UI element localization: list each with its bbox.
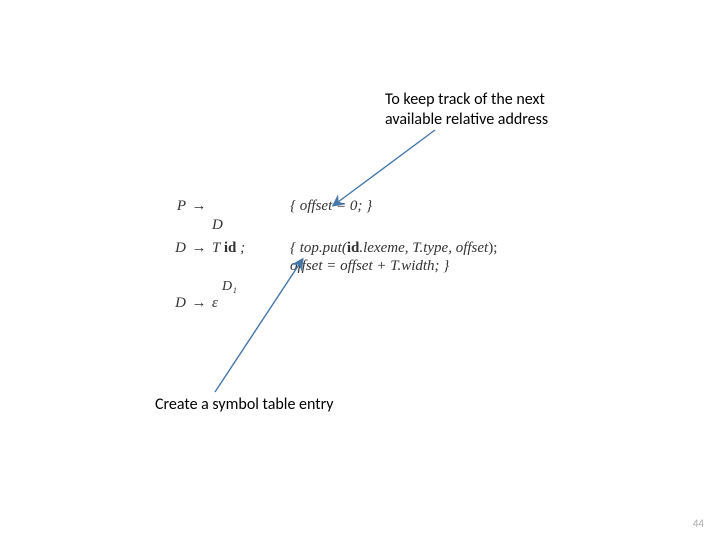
rule-P: P → { offset = 0; } — [150, 198, 497, 215]
page-number: 44 — [693, 517, 704, 530]
action-put-l1a: { top.put( — [290, 240, 347, 256]
lhs-D2: D — [150, 295, 186, 312]
sdt-block: P → { offset = 0; } D D → T id ; { top.p… — [150, 198, 497, 314]
arrow-icon: → — [186, 198, 212, 215]
action-offset-zero: { offset = 0; } — [290, 198, 372, 215]
sym-id: id — [224, 240, 237, 256]
slide: To keep track of the next available rela… — [0, 0, 720, 540]
lhs-P: P — [150, 198, 186, 215]
arrow-top — [334, 130, 435, 205]
action-put-l1c: ); — [488, 240, 497, 256]
arrow-icon: → — [186, 295, 212, 312]
annotation-top: To keep track of the next available rela… — [385, 90, 548, 130]
rule-D-eps: D → ε — [150, 295, 497, 312]
rule-P-body: D — [212, 217, 497, 234]
rule-D-decl: D → T id ; { top.put(id.lexeme, T.type, … — [150, 240, 497, 257]
annotation-bottom: Create a symbol table entry — [155, 395, 334, 414]
prod-eps: ε — [212, 295, 290, 312]
arrow-icon: → — [186, 240, 212, 257]
action-put-line1: { top.put(id.lexeme, T.type, offset); — [290, 240, 497, 257]
action-put-line2: offset = offset + T.width; } — [290, 258, 497, 275]
sym-semi: ; — [240, 240, 245, 256]
rule-D-body: D₁ — [222, 279, 497, 295]
sym-id2: id — [347, 240, 360, 256]
sym-T: T — [212, 240, 220, 256]
action-put-l1b: .lexeme, T.type, offset — [359, 240, 488, 256]
annotation-top-line1: To keep track of the next — [385, 90, 545, 109]
lhs-D: D — [150, 240, 186, 257]
prod-Tid: T id ; — [212, 240, 290, 257]
annotation-top-line2: available relative address — [385, 110, 548, 129]
